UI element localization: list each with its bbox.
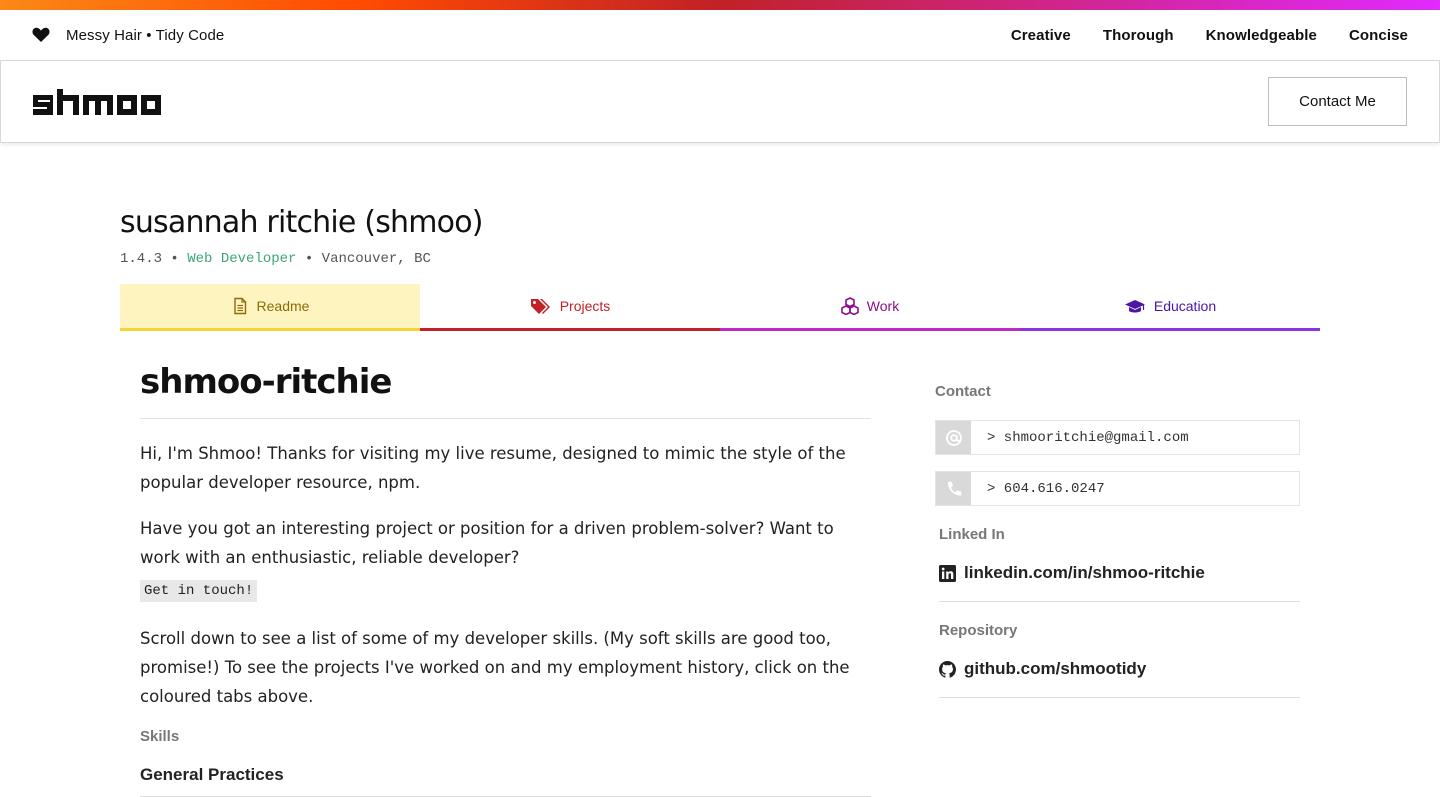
brand-gradient-bar — [0, 0, 1440, 10]
tab-label: Work — [866, 298, 900, 314]
readme-paragraph: Scroll down to see a list of some of my … — [140, 629, 850, 706]
phone-icon — [947, 481, 961, 496]
linkedin-section: Linked In linkedin.com/in/shmoo-ritchie — [939, 526, 1300, 602]
tab-projects[interactable]: Projects — [420, 284, 720, 331]
graduation-cap-icon — [1124, 300, 1145, 313]
location: Vancouver, BC — [321, 251, 431, 267]
heart-icon — [32, 27, 50, 42]
linkedin-label: Linked In — [939, 526, 1005, 543]
meta-separator: • — [304, 251, 314, 267]
site-header: Contact Me — [0, 60, 1440, 143]
tab-label: Projects — [559, 298, 611, 314]
get-in-touch-code[interactable]: Get in touch! — [140, 580, 258, 602]
phone-icon-box — [936, 472, 971, 505]
nav-link-concise[interactable]: Concise — [1349, 27, 1408, 44]
linkedin-icon — [939, 564, 956, 582]
nav-link-thorough[interactable]: Thorough — [1103, 27, 1174, 44]
readme-paragraph: Hi, I'm Shmoo! Thanks for visiting my li… — [140, 444, 846, 492]
github-icon — [939, 660, 956, 678]
version: 1.4.3 — [120, 251, 163, 267]
linkedin-link[interactable]: linkedin.com/in/shmoo-ritchie — [939, 543, 1300, 602]
readme-title: shmoo-ritchie — [140, 362, 871, 419]
package-meta: 1.4.3 • Web Developer • Vancouver, BC — [120, 251, 431, 267]
readme-content: shmoo-ritchie Hi, I'm Shmoo! Thanks for … — [140, 362, 871, 797]
github-link[interactable]: github.com/shmootidy — [939, 639, 1300, 698]
github-url[interactable]: github.com/shmootidy — [964, 659, 1146, 679]
contact-label: Contact — [935, 383, 991, 400]
meta-separator: • — [170, 251, 179, 267]
top-bar: Messy Hair • Tidy Code Creative Thorough… — [0, 10, 1440, 60]
phone-value[interactable]: > 604.616.0247 — [971, 472, 1299, 505]
email-field[interactable]: > shmooritchie@gmail.com — [935, 420, 1300, 455]
tab-label: Readme — [256, 298, 310, 314]
tags-icon — [530, 299, 550, 314]
cta-wrapper: Get in touch! — [140, 578, 871, 602]
contact-me-button[interactable]: Contact Me — [1268, 77, 1407, 126]
tab-education[interactable]: Education — [1020, 284, 1320, 331]
package-title: susannah ritchie (shmoo) — [120, 205, 483, 240]
readme-paragraph: Have you got an interesting project or p… — [140, 519, 834, 567]
tab-label: Education — [1153, 298, 1217, 314]
at-icon — [945, 429, 962, 446]
top-nav: Creative Thorough Knowledgeable Concise — [1011, 27, 1408, 44]
nav-link-knowledgeable[interactable]: Knowledgeable — [1206, 27, 1317, 44]
repository-section: Repository github.com/shmootidy — [939, 622, 1300, 698]
skills-label: Skills — [140, 728, 180, 745]
sidebar: Contact > shmooritchie@gmail.com > 604.6… — [935, 383, 1300, 698]
shmoo-logo[interactable] — [33, 88, 161, 115]
linkedin-url[interactable]: linkedin.com/in/shmoo-ritchie — [964, 563, 1205, 583]
phone-field[interactable]: > 604.616.0247 — [935, 471, 1300, 506]
email-icon-box — [936, 421, 971, 454]
tab-work[interactable]: Work — [720, 284, 1020, 331]
cubes-icon — [840, 297, 859, 315]
tab-readme[interactable]: Readme — [120, 284, 420, 331]
repository-label: Repository — [939, 622, 1018, 639]
tagline: Messy Hair • Tidy Code — [66, 26, 225, 44]
nav-link-creative[interactable]: Creative — [1011, 27, 1071, 44]
tagline-group: Messy Hair • Tidy Code — [32, 27, 224, 44]
tab-bar: Readme Projects Work Education — [120, 284, 1320, 331]
email-value[interactable]: > shmooritchie@gmail.com — [971, 421, 1299, 454]
document-icon — [233, 297, 246, 315]
general-practices-heading: General Practices — [140, 765, 871, 797]
role-link[interactable]: Web Developer — [187, 251, 296, 267]
